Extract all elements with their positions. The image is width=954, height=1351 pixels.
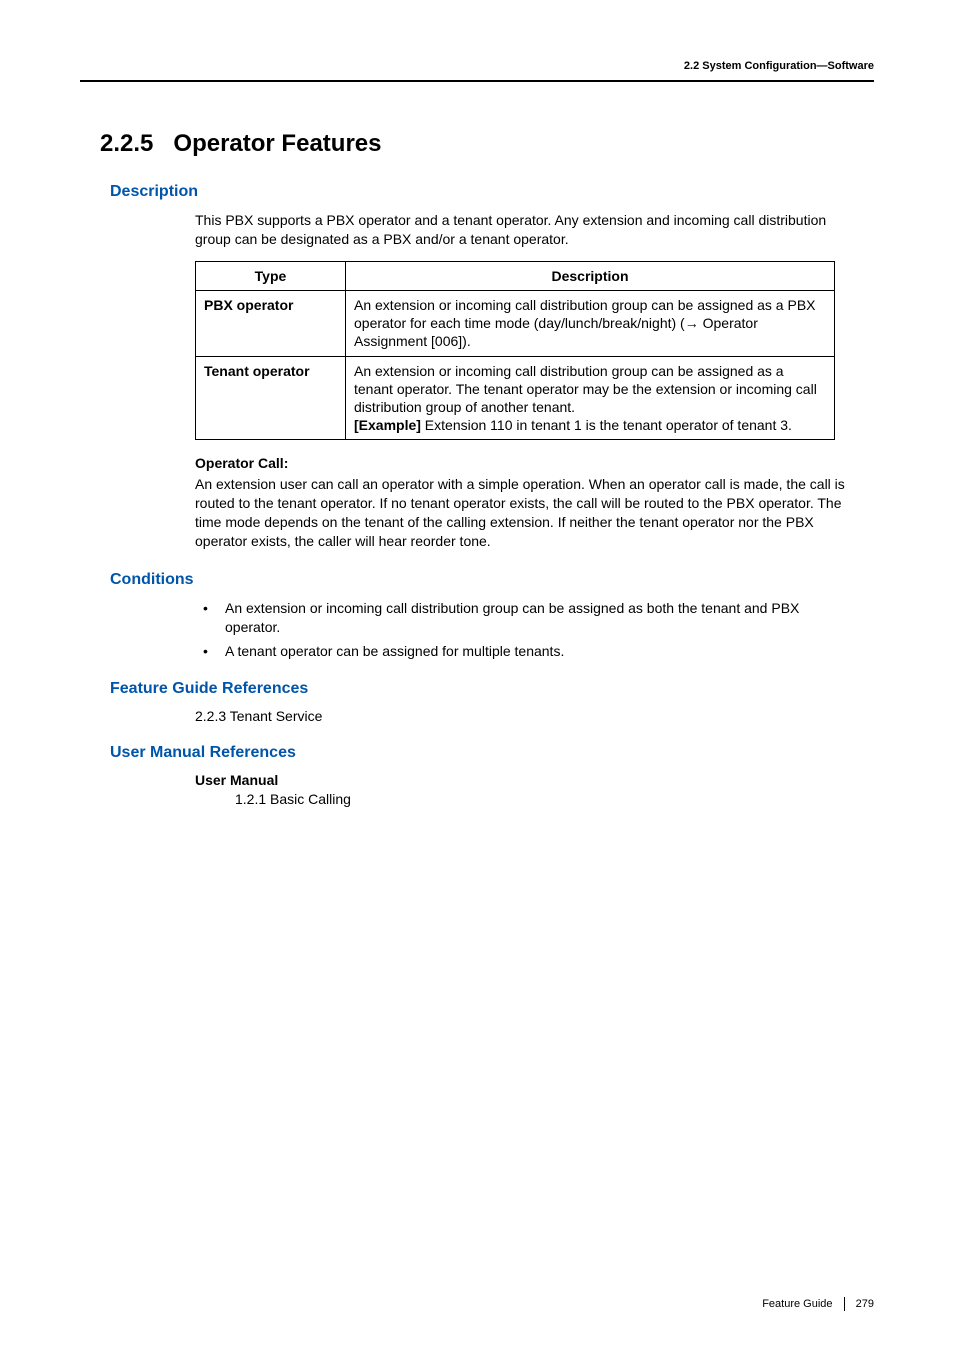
list-item: An extension or incoming call distributi…: [195, 599, 844, 637]
table-head-type: Type: [196, 261, 346, 290]
operator-call-label: Operator Call:: [195, 454, 854, 473]
operator-call-block: Operator Call: An extension user can cal…: [195, 454, 854, 550]
operator-call-text: An extension user can call an operator w…: [195, 476, 845, 549]
page-footer: Feature Guide 279: [762, 1297, 874, 1311]
conditions-list: An extension or incoming call distributi…: [195, 599, 844, 661]
user-manual-heading: User Manual References: [110, 744, 874, 762]
row-desc-tenant: An extension or incoming call distributi…: [346, 356, 835, 440]
footer-divider: [844, 1297, 845, 1311]
row-type-pbx: PBX operator: [196, 290, 346, 356]
table-head-description: Description: [346, 261, 835, 290]
conditions-heading: Conditions: [110, 571, 874, 589]
operator-type-table: Type Description PBX operator An extensi…: [195, 261, 835, 441]
description-heading: Description: [110, 183, 874, 201]
row-desc-line1: An extension or incoming call distributi…: [354, 363, 817, 415]
section-title: Operator Features: [173, 130, 381, 157]
feature-guide-ref: 2.2.3 Tenant Service: [195, 708, 874, 724]
example-text: Extension 110 in tenant 1 is the tenant …: [421, 417, 792, 433]
row-desc-pbx: An extension or incoming call distributi…: [346, 290, 835, 356]
example-label: [Example]: [354, 417, 421, 433]
header-rule: [80, 80, 874, 82]
row-type-tenant: Tenant operator: [196, 356, 346, 440]
header-breadcrumb: 2.2 System Configuration—Software: [684, 60, 874, 72]
table-row: PBX operator An extension or incoming ca…: [196, 290, 835, 356]
section-heading: 2.2.5 Operator Features: [100, 130, 874, 158]
feature-guide-heading: Feature Guide References: [110, 680, 874, 698]
list-item: A tenant operator can be assigned for mu…: [195, 642, 844, 661]
arrow-icon: →: [685, 315, 699, 331]
description-intro: This PBX supports a PBX operator and a t…: [195, 211, 854, 249]
table-row: Tenant operator An extension or incoming…: [196, 356, 835, 440]
user-manual-ref: 1.2.1 Basic Calling: [235, 791, 874, 807]
section-number: 2.2.5: [100, 130, 153, 157]
footer-guide: Feature Guide: [762, 1298, 832, 1310]
footer-page-number: 279: [856, 1298, 874, 1310]
user-manual-sublabel: User Manual: [195, 772, 874, 788]
